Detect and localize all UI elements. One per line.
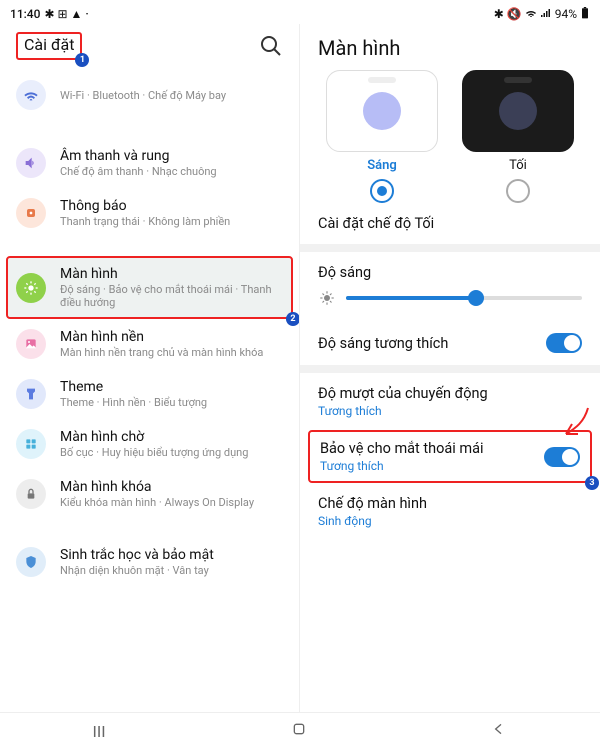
dark-label: Tối bbox=[509, 158, 527, 173]
brightness-label: Độ sáng bbox=[318, 264, 582, 281]
status-icons-left: ✱ ⊞ ▲ · bbox=[44, 7, 88, 21]
sidebar-item-lockscreen[interactable]: Màn hình khóa Kiểu khóa màn hình · Alway… bbox=[0, 469, 299, 519]
settings-list[interactable]: Wi-Fi · Bluetooth · Chế độ Máy bay Âm th… bbox=[0, 70, 299, 712]
sound-sub: Chế độ âm thanh · Nhạc chuông bbox=[60, 165, 283, 178]
battery-icon bbox=[580, 7, 590, 22]
shield-icon bbox=[16, 547, 46, 577]
home-icon bbox=[16, 429, 46, 459]
motion-label: Độ mượt của chuyến động bbox=[318, 385, 582, 402]
motion-smoothness-row[interactable]: Độ mượt của chuyến động Tương thích bbox=[300, 373, 600, 430]
status-icons-right: ✱ 🔇 94% bbox=[494, 7, 590, 22]
motion-sub: Tương thích bbox=[318, 404, 582, 418]
divider bbox=[300, 244, 600, 252]
display-icon bbox=[16, 273, 46, 303]
sun-icon bbox=[318, 289, 336, 307]
eye-toggle[interactable] bbox=[544, 447, 580, 467]
sidebar-item-homescreen[interactable]: Màn hình chờ Bố cục · Huy hiệu biểu tượn… bbox=[0, 419, 299, 469]
dark-radio[interactable] bbox=[506, 179, 530, 203]
notif-title: Thông báo bbox=[60, 198, 283, 214]
connections-sub: Wi-Fi · Bluetooth · Chế độ Máy bay bbox=[60, 89, 283, 102]
wallpaper-title: Màn hình nền bbox=[60, 329, 283, 345]
sidebar-item-connections[interactable]: Wi-Fi · Bluetooth · Chế độ Máy bay bbox=[0, 70, 299, 120]
display-title: Màn hình bbox=[60, 266, 283, 282]
screen-mode-sub: Sinh động bbox=[318, 514, 582, 528]
sidebar-item-notifications[interactable]: Thông báo Thanh trạng thái · Không làm p… bbox=[0, 188, 299, 238]
divider bbox=[300, 365, 600, 373]
eye-comfort-row[interactable]: Bảo vệ cho mắt thoái mái Tương thích 3 bbox=[308, 430, 592, 483]
light-radio[interactable] bbox=[370, 179, 394, 203]
nav-back-button[interactable] bbox=[491, 721, 507, 741]
annotation-badge-3: 3 bbox=[585, 476, 599, 490]
dark-preview bbox=[462, 70, 574, 152]
sidebar-item-theme[interactable]: Theme Theme · Hình nền · Biểu tượng bbox=[0, 369, 299, 419]
display-sub: Độ sáng · Bảo vệ cho mắt thoái mái · Tha… bbox=[60, 283, 283, 309]
mute-icon: 🔇 bbox=[507, 7, 522, 21]
theme-dark-option[interactable]: Tối bbox=[458, 70, 578, 203]
wifi-icon bbox=[525, 7, 537, 22]
wallpaper-sub: Màn hình nền trang chủ và màn hình khóa bbox=[60, 346, 283, 359]
lock-icon bbox=[16, 479, 46, 509]
theme-icon bbox=[16, 379, 46, 409]
sidebar-item-wallpaper[interactable]: Màn hình nền Màn hình nền trang chủ và m… bbox=[0, 319, 299, 369]
theme-title: Theme bbox=[60, 379, 283, 395]
adaptive-label: Độ sáng tương thích bbox=[318, 335, 448, 352]
page-title: Cài đặt bbox=[24, 35, 74, 54]
eye-sub: Tương thích bbox=[320, 459, 484, 473]
settings-title-highlight: Cài đặt 1 bbox=[16, 32, 82, 60]
nav-recent-button[interactable]: III bbox=[92, 722, 105, 741]
annotation-badge-2: 2 bbox=[286, 312, 299, 326]
screen-mode-label: Chế độ màn hình bbox=[318, 495, 582, 512]
annotation-badge-1: 1 bbox=[75, 53, 89, 67]
nav-home-button[interactable] bbox=[291, 721, 307, 741]
screen-mode-row[interactable]: Chế độ màn hình Sinh động bbox=[300, 483, 600, 540]
theme-light-option[interactable]: Sáng bbox=[322, 70, 442, 203]
notif-sub: Thanh trạng thái · Không làm phiền bbox=[60, 215, 283, 228]
dark-mode-settings-row[interactable]: Cài đặt chế độ Tối bbox=[300, 203, 600, 244]
sidebar-item-sound[interactable]: Âm thanh và rung Chế độ âm thanh · Nhạc … bbox=[0, 138, 299, 188]
navigation-bar: III bbox=[0, 712, 600, 749]
wifi-icon bbox=[16, 80, 46, 110]
status-bar: 11:40 ✱ ⊞ ▲ · ✱ 🔇 94% bbox=[0, 0, 600, 24]
bio-title: Sinh trắc học và bảo mật bbox=[60, 547, 283, 563]
light-preview bbox=[326, 70, 438, 152]
dark-mode-settings-label: Cài đặt chế độ Tối bbox=[318, 215, 582, 232]
adaptive-toggle[interactable] bbox=[546, 333, 582, 353]
speaker-icon bbox=[16, 148, 46, 178]
eye-label: Bảo vệ cho mắt thoái mái bbox=[320, 440, 484, 457]
home-title: Màn hình chờ bbox=[60, 429, 283, 445]
wallpaper-icon bbox=[16, 329, 46, 359]
sound-title: Âm thanh và rung bbox=[60, 148, 283, 164]
bluetooth-icon: ✱ bbox=[494, 7, 504, 21]
sidebar-item-biometrics[interactable]: Sinh trắc học và bảo mật Nhận diện khuôn… bbox=[0, 537, 299, 587]
bio-sub: Nhận diện khuôn mặt · Vân tay bbox=[60, 564, 283, 577]
battery-text: 94% bbox=[555, 7, 577, 21]
status-time: 11:40 bbox=[10, 7, 40, 21]
home-sub: Bố cục · Huy hiệu biểu tượng ứng dụng bbox=[60, 446, 283, 459]
detail-title: Màn hình bbox=[300, 24, 600, 70]
signal-icon bbox=[540, 7, 552, 22]
bell-icon bbox=[16, 198, 46, 228]
lock-sub: Kiểu khóa màn hình · Always On Display bbox=[60, 496, 283, 509]
sidebar-item-display[interactable]: Màn hình Độ sáng · Bảo vệ cho mắt thoái … bbox=[6, 256, 293, 319]
theme-sub: Theme · Hình nền · Biểu tượng bbox=[60, 396, 283, 409]
adaptive-brightness-row[interactable]: Độ sáng tương thích bbox=[300, 321, 600, 365]
lock-title: Màn hình khóa bbox=[60, 479, 283, 495]
light-label: Sáng bbox=[367, 158, 397, 173]
search-button[interactable] bbox=[259, 34, 283, 58]
brightness-slider[interactable] bbox=[346, 296, 582, 300]
